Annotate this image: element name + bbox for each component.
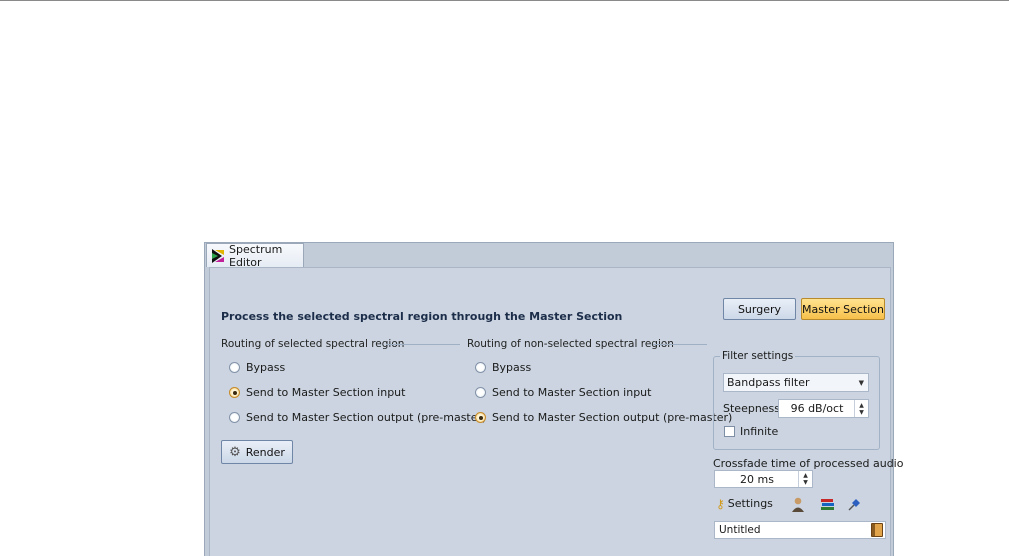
routing-nonselected-master-output[interactable]: Send to Master Section output (pre-maste… bbox=[475, 411, 732, 424]
books-icon[interactable] bbox=[819, 496, 835, 512]
settings-label: Settings bbox=[727, 497, 773, 510]
routing-selected-separator bbox=[386, 344, 460, 345]
spinner-arrows-icon[interactable]: ▲ ▼ bbox=[854, 400, 868, 417]
book-icon[interactable] bbox=[871, 523, 883, 537]
radio-label: Send to Master Section input bbox=[492, 386, 652, 399]
infinite-checkbox-row[interactable]: Infinite bbox=[724, 425, 778, 438]
routing-selected-label: Routing of selected spectral region bbox=[221, 338, 405, 350]
preset-name: Untitled bbox=[719, 524, 761, 536]
crossfade-label: Crossfade time of processed audio bbox=[713, 457, 904, 470]
tab-label: Spectrum Editor bbox=[229, 242, 283, 269]
filter-settings-legend: Filter settings bbox=[720, 350, 796, 362]
radio-button[interactable] bbox=[475, 387, 486, 398]
routing-nonselected-label: Routing of non-selected spectral region bbox=[467, 338, 674, 350]
radio-button[interactable] bbox=[229, 412, 240, 423]
radio-label: Send to Master Section output (pre-maste… bbox=[246, 411, 487, 424]
radio-label: Send to Master Section input bbox=[246, 386, 406, 399]
chevron-down-icon: ▼ bbox=[858, 379, 864, 387]
pin-icon[interactable] bbox=[846, 496, 862, 512]
routing-nonselected-master-input[interactable]: Send to Master Section input bbox=[475, 386, 651, 399]
top-divider bbox=[0, 0, 1009, 1]
steepness-label: Steepness bbox=[723, 402, 781, 415]
routing-selected-master-input[interactable]: Send to Master Section input bbox=[229, 386, 405, 399]
radio-label: Send to Master Section output (pre-maste… bbox=[492, 411, 733, 424]
master-section-button[interactable]: Master Section bbox=[801, 298, 885, 320]
settings-button[interactable]: ⚷ Settings bbox=[716, 497, 773, 510]
routing-selected-bypass[interactable]: Bypass bbox=[229, 361, 285, 374]
gear-icon: ⚙ bbox=[229, 444, 241, 460]
infinite-checkbox[interactable] bbox=[724, 426, 735, 437]
tab-spectrum-editor[interactable]: Spectrum Editor bbox=[206, 242, 304, 269]
steepness-spinner[interactable]: 96 dB/oct ▲ ▼ bbox=[778, 399, 869, 418]
radio-label: Bypass bbox=[492, 361, 532, 374]
render-label: Render bbox=[245, 445, 285, 459]
crossfade-spinner[interactable]: 20 ms ▲ ▼ bbox=[714, 470, 813, 488]
crossfade-value: 20 ms bbox=[740, 472, 774, 486]
steepness-value: 96 dB/oct bbox=[790, 402, 844, 415]
radio-button[interactable] bbox=[229, 387, 240, 398]
infinite-label: Infinite bbox=[740, 425, 779, 438]
radio-button[interactable] bbox=[475, 362, 486, 373]
radio-button[interactable] bbox=[229, 362, 240, 373]
filter-type-select[interactable]: Bandpass filter ▼ bbox=[723, 373, 869, 392]
page-title: Process the selected spectral region thr… bbox=[221, 310, 623, 323]
render-button[interactable]: ⚙ Render bbox=[221, 440, 293, 464]
routing-selected-master-output[interactable]: Send to Master Section output (pre-maste… bbox=[229, 411, 486, 424]
routing-nonselected-separator bbox=[653, 344, 707, 345]
spectrum-editor-logo-icon bbox=[212, 248, 225, 263]
user-icon[interactable] bbox=[790, 496, 806, 512]
spinner-arrows-icon[interactable]: ▲ ▼ bbox=[798, 471, 812, 487]
routing-nonselected-bypass[interactable]: Bypass bbox=[475, 361, 531, 374]
filter-type-value: Bandpass filter bbox=[727, 376, 810, 389]
radio-label: Bypass bbox=[246, 361, 286, 374]
preset-name-field[interactable]: Untitled bbox=[714, 521, 886, 539]
key-icon: ⚷ bbox=[716, 496, 725, 511]
surgery-button[interactable]: Surgery bbox=[723, 298, 796, 320]
radio-button[interactable] bbox=[475, 412, 486, 423]
